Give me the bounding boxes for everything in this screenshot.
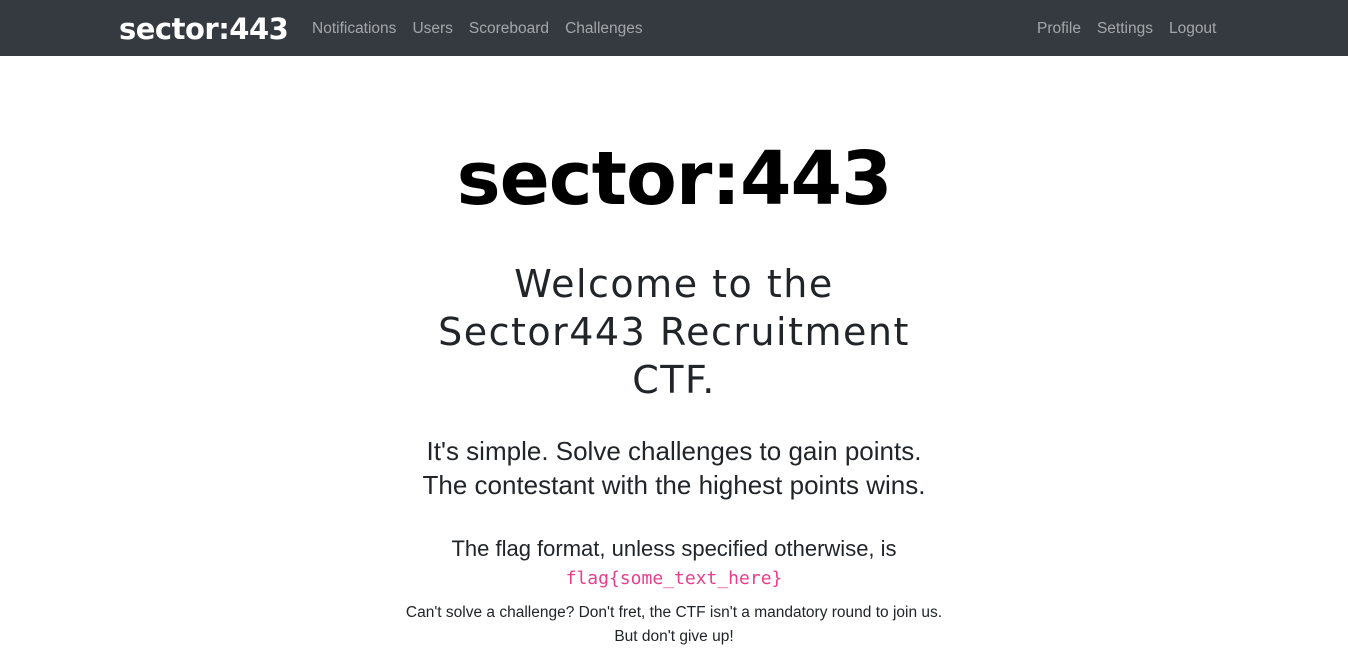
nav-left-links: Notifications Users Scoreboard Challenge… [312,18,659,40]
intro-line-1: It's simple. Solve challenges to gain po… [426,436,922,466]
intro-text: It's simple. Solve challenges to gain po… [0,434,1348,502]
nav-right-links: Profile Settings Logout [1037,18,1216,40]
note-text: Can't solve a challenge? Don't fret, the… [0,601,1348,649]
nav-logout-link[interactable]: Logout [1169,18,1216,40]
brand-logo-link[interactable]: sector:443 [119,11,289,47]
nav-notifications-link[interactable]: Notifications [312,18,396,40]
note-line-2: But don't give up! [614,628,734,645]
welcome-line-3: CTF. [632,358,716,402]
flag-format-text: The flag format, unless specified otherw… [451,536,897,561]
nav-challenges-link[interactable]: Challenges [565,18,643,40]
top-navbar: sector:443 Notifications Users Scoreboar… [0,0,1348,56]
nav-profile-link[interactable]: Profile [1037,18,1081,40]
hero-title: sector:443 [456,136,893,222]
intro-line-2: The contestant with the highest points w… [422,470,926,500]
nav-scoreboard-link[interactable]: Scoreboard [469,18,549,40]
welcome-line-1: Welcome to the [514,262,834,306]
welcome-line-2: Sector443 Recruitment [438,310,910,354]
nav-settings-link[interactable]: Settings [1097,18,1153,40]
flag-format-code: flag{some_text_here} [565,568,783,589]
welcome-heading: Welcome to the Sector443 Recruitment CTF… [424,260,924,404]
note-line-1: Can't solve a challenge? Don't fret, the… [405,604,943,621]
nav-users-link[interactable]: Users [412,18,452,40]
